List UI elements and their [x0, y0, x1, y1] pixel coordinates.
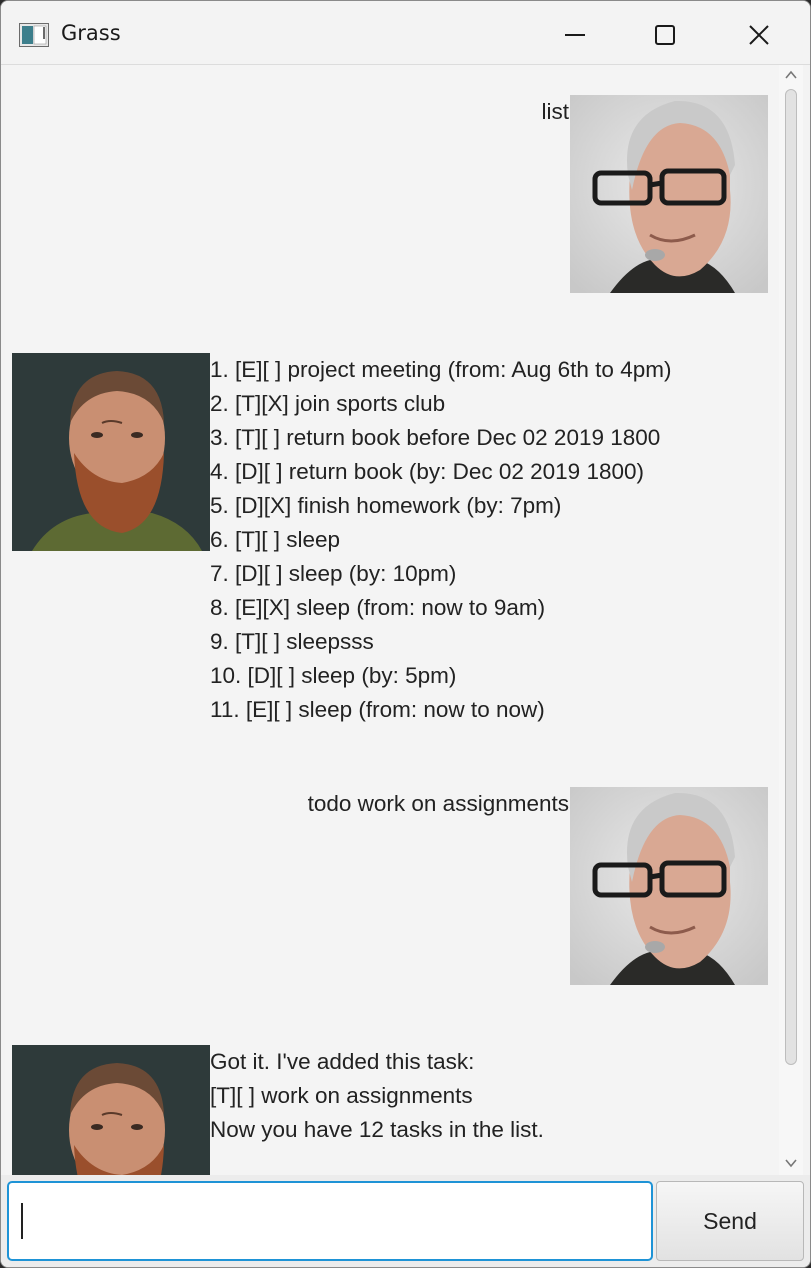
bot-message-line: 6. [T][ ] sleep	[210, 527, 341, 552]
title-bar: Grass	[1, 1, 810, 65]
command-input[interactable]	[7, 1181, 653, 1261]
maximize-icon	[655, 25, 675, 45]
user-message-text: list	[541, 99, 570, 124]
minimize-button[interactable]	[555, 15, 595, 55]
vertical-scrollbar[interactable]	[779, 65, 803, 1175]
window-title: Grass	[61, 21, 121, 45]
bot-message-line: 3. [T][ ] return book before Dec 02 2019…	[210, 425, 661, 450]
bot-message-line: 5. [D][X] finish homework (by: 7pm)	[210, 493, 562, 518]
scroll-up-arrow-icon[interactable]	[783, 67, 799, 83]
input-row: Send	[1, 1175, 810, 1267]
bot-message-line: 7. [D][ ] sleep (by: 10pm)	[210, 561, 457, 586]
bot-message-line: 11. [E][ ] sleep (from: now to now)	[210, 697, 545, 722]
scrollbar-thumb[interactable]	[785, 89, 797, 1065]
bot-message-line: 8. [E][X] sleep (from: now to 9am)	[210, 595, 546, 620]
user-avatar	[570, 787, 768, 985]
bot-message-line: 9. [T][ ] sleepsss	[210, 629, 374, 654]
text-caret	[21, 1203, 23, 1239]
minimize-icon	[565, 34, 585, 36]
app-window-icon	[19, 23, 49, 47]
app-window: Grass list 1. [E][] project meeting (fr…	[0, 0, 811, 1268]
send-button[interactable]: Send	[656, 1181, 804, 1261]
bot-avatar	[12, 1045, 210, 1175]
bot-message-line: [T][ ] work on assignments	[210, 1083, 473, 1108]
close-icon	[749, 25, 769, 45]
bot-message-line: 4. [D][ ] return book (by: Dec 02 2019 1…	[210, 459, 644, 484]
bot-message-line: 2. [T][X] join sports club	[210, 391, 446, 416]
dialog-container[interactable]: list 1. [E][] project meeting (from: Au…	[5, 65, 779, 1175]
user-avatar	[570, 95, 768, 293]
bot-message-line: Got it. I've added this task:	[210, 1049, 475, 1074]
bot-message-line: Now you have 12 tasks in the list.	[210, 1117, 544, 1142]
bot-message-line: 1. [E][ ] project meeting (from: Aug 6th…	[210, 357, 672, 382]
maximize-button[interactable]	[645, 15, 685, 55]
close-button[interactable]	[739, 15, 779, 55]
user-message-text: todo work on assignments	[307, 791, 569, 816]
scroll-down-arrow-icon[interactable]	[783, 1155, 799, 1171]
bot-message-line: 10. [D][ ] sleep (by: 5pm)	[210, 663, 457, 688]
bot-avatar	[12, 353, 210, 551]
